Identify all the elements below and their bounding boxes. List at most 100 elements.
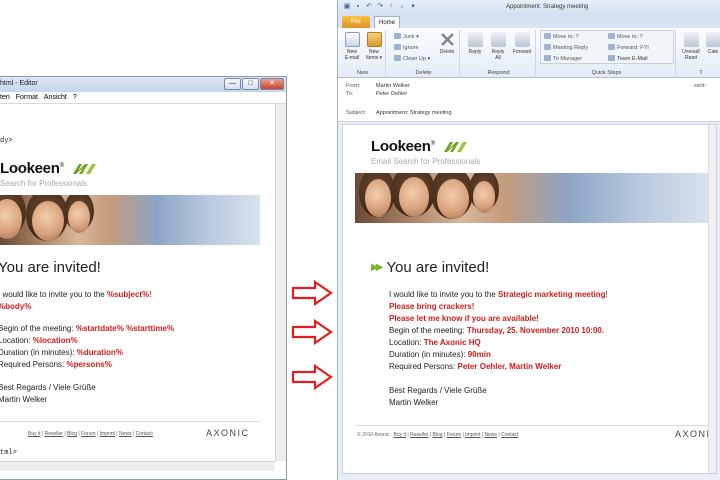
- begin-line: Begin of the meeting: %startdate% %start…: [0, 324, 175, 333]
- outlook-window: ▣ ▪ ↶ ↷ ↑ ↓ ▾ Appointment: Strategy meet…: [337, 0, 720, 480]
- subject-value: Appointment: Strategy meeting: [376, 110, 452, 116]
- reply-icon: [467, 32, 483, 47]
- ignore-button[interactable]: Ignore: [394, 44, 419, 51]
- delete-button[interactable]: Delete: [436, 32, 458, 55]
- outlook-titlebar[interactable]: ▣ ▪ ↶ ↷ ↑ ↓ ▾ Appointment: Strategy meet…: [338, 0, 720, 16]
- qs-move-to-2[interactable]: Move to: ?: [608, 33, 643, 40]
- footer-link-blog[interactable]: Blog: [433, 432, 443, 438]
- footer-link-contact[interactable]: Contact: [501, 432, 518, 438]
- editor-menubar: ten Format Ansicht ?: [0, 92, 286, 104]
- lookeen-logo: Lookeen®: [0, 160, 97, 177]
- editor-window: html - Editor — □ ✕ ten Format Ansicht ?…: [0, 76, 287, 480]
- reply-button[interactable]: Reply: [464, 32, 486, 55]
- outlook-icon[interactable]: ▣: [343, 3, 351, 11]
- footer-link-news[interactable]: News: [119, 431, 132, 437]
- regards: Best Regards / Viele Grüße: [0, 383, 96, 392]
- footer-link-buy[interactable]: Buy it: [394, 432, 407, 438]
- subject-label: Subject:: [346, 110, 366, 116]
- cleanup-button[interactable]: Clean Up ▾: [394, 55, 430, 62]
- divider: [0, 421, 260, 422]
- ignore-icon: [394, 44, 401, 50]
- footer-link-blog[interactable]: Blog: [67, 431, 77, 437]
- categorize-icon: [705, 32, 720, 47]
- footer-link-buy[interactable]: Buy it: [28, 431, 41, 437]
- group-label-quick-steps: Quick Steps: [591, 70, 622, 76]
- categorize-button[interactable]: Cate: [704, 32, 720, 55]
- undo-icon[interactable]: ↶: [365, 3, 373, 11]
- junk-button[interactable]: Junk ▾: [394, 33, 419, 40]
- footer-link-forum[interactable]: Forum: [81, 431, 95, 437]
- group-delete: Junk ▾ Ignore Clean Up ▾ Delete Delete: [388, 30, 460, 76]
- minimize-button[interactable]: —: [224, 78, 241, 90]
- message-body: Lookeen® Email Search for Professionals …: [342, 124, 717, 474]
- reply-all-button[interactable]: Reply All: [487, 32, 509, 61]
- menu-help[interactable]: ?: [73, 94, 77, 103]
- group-respond: Reply Reply All Forward Respond: [462, 30, 536, 76]
- group-label-tags: T: [699, 70, 703, 76]
- new-items-button[interactable]: New Items ▾: [364, 32, 384, 61]
- code-line-html: tml>: [0, 449, 17, 457]
- move-icon: [544, 33, 551, 39]
- move-icon: [608, 33, 615, 39]
- editor-title: html - Editor: [0, 80, 38, 87]
- vertical-scrollbar[interactable]: [275, 104, 286, 461]
- footer-link-forum[interactable]: Forum: [447, 432, 461, 438]
- customize-icon[interactable]: ▾: [409, 3, 417, 11]
- up-arrow-icon[interactable]: ↑: [387, 3, 395, 11]
- arrow-right-icon: [291, 364, 333, 390]
- footer-links: Buy it | Reseller | Blog | Forum | Impri…: [28, 431, 153, 437]
- banner-image: [0, 195, 260, 245]
- footer-link-imprint[interactable]: Imprint: [465, 432, 480, 438]
- forward-button[interactable]: Forward: [510, 32, 534, 55]
- footer-link-contact[interactable]: Contact: [136, 431, 153, 437]
- qs-team-email[interactable]: Team E-Mail: [608, 55, 648, 62]
- junk-icon: [394, 33, 401, 39]
- qs-to-manager[interactable]: To Manager: [544, 55, 582, 62]
- body-line-2: Please let me know if you are available!: [389, 314, 539, 323]
- down-arrow-icon[interactable]: ↓: [398, 3, 406, 11]
- footer-links: © 2010 Axonic Buy it | Reseller | Blog |…: [357, 432, 519, 438]
- save-icon[interactable]: ▪: [354, 3, 362, 11]
- arrow-right-icon: [291, 319, 333, 345]
- to-value[interactable]: Peter Oehler: [376, 91, 407, 97]
- footer-link-reseller[interactable]: Reseller: [410, 432, 428, 438]
- meeting-icon: [544, 44, 551, 50]
- menu-bearbeiten[interactable]: ten: [0, 94, 10, 103]
- ribbon: New E-mail New Items ▾ New Junk ▾ Ignore…: [338, 28, 720, 78]
- duration-line: Duration (in minutes): 90min: [389, 350, 491, 359]
- double-play-icon: ▶▶: [371, 262, 384, 273]
- meeting-subject: Strategic marketing meeting: [497, 290, 606, 299]
- group-new: New E-mail New Items ▾ New: [340, 30, 386, 76]
- horizontal-scrollbar[interactable]: [0, 461, 275, 471]
- qs-move-to[interactable]: Move to: ?: [544, 33, 579, 40]
- begin-line: Begin of the meeting: Thursday, 25. Nove…: [389, 326, 605, 335]
- lookeen-mark-icon: [443, 142, 467, 153]
- from-value[interactable]: Martin Welker: [376, 83, 410, 89]
- persons-line: Required Persons: Peter Oehler, Martin W…: [389, 362, 562, 371]
- location-line: Location: %location%: [0, 336, 78, 345]
- footer-link-reseller[interactable]: Reseller: [45, 431, 63, 437]
- lookeen-logo: Lookeen®: [371, 138, 468, 155]
- window-controls: — □ ✕: [224, 78, 284, 90]
- code-line-body: dy>: [0, 137, 13, 145]
- maximize-button[interactable]: □: [242, 78, 259, 90]
- forward-fyi-icon: [608, 44, 615, 50]
- new-email-button[interactable]: New E-mail: [342, 32, 362, 61]
- envelope-icon: [344, 32, 360, 47]
- tab-file[interactable]: File: [342, 16, 370, 28]
- copyright: © 2010 Axonic: [357, 432, 390, 438]
- menu-format[interactable]: Format: [16, 94, 38, 103]
- placeholder-subject: %subject%: [106, 290, 150, 299]
- message-scrollbar[interactable]: [708, 125, 716, 473]
- close-button[interactable]: ✕: [260, 78, 284, 90]
- logo-text: Lookeen: [371, 138, 431, 155]
- qs-meeting-reply[interactable]: Meeting Reply: [544, 44, 588, 51]
- footer-link-news[interactable]: News: [485, 432, 498, 438]
- footer-link-imprint[interactable]: Imprint: [100, 431, 115, 437]
- redo-icon[interactable]: ↷: [376, 3, 384, 11]
- menu-ansicht[interactable]: Ansicht: [44, 94, 67, 103]
- unread-read-button[interactable]: Unread/ Read: [680, 32, 702, 61]
- persons-line: Required Persons: %persons%: [0, 360, 112, 369]
- qs-forward-fyi[interactable]: Forward: FYI: [608, 44, 649, 51]
- editor-titlebar[interactable]: html - Editor — □ ✕: [0, 77, 286, 92]
